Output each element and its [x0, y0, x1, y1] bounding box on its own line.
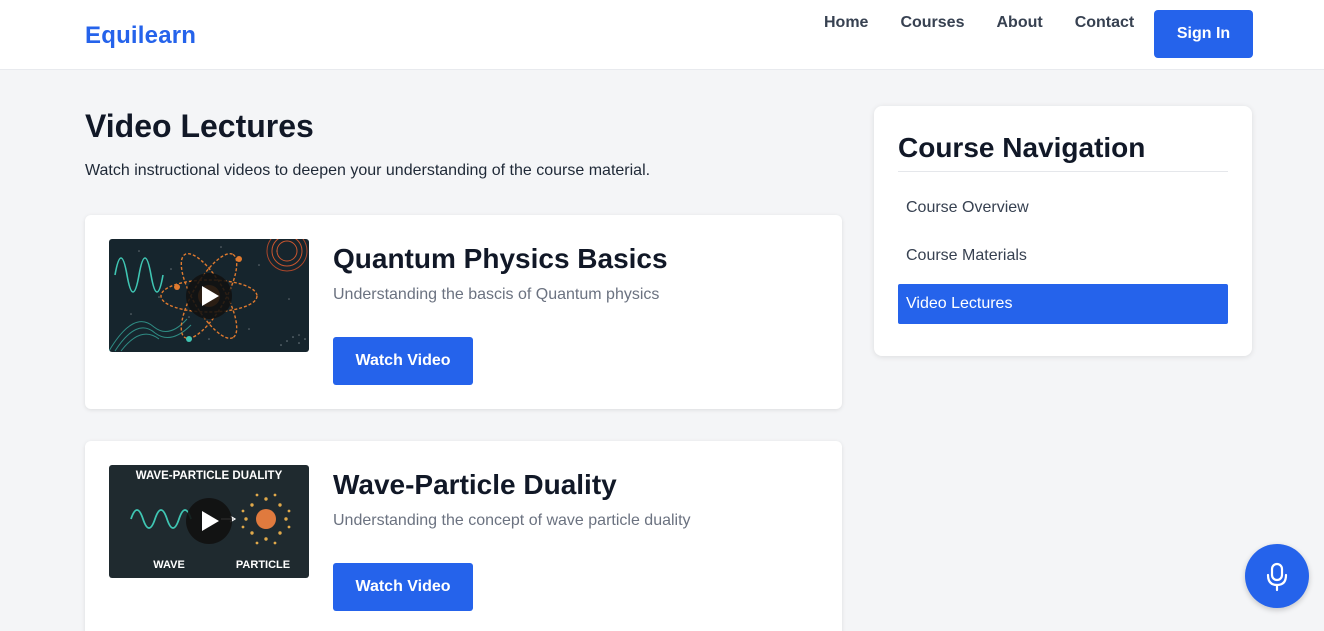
sidebar-item-video-lectures[interactable]: Video Lectures [898, 284, 1228, 324]
nav-courses-link[interactable]: Courses [900, 14, 964, 32]
quantum-atom-illustration [109, 239, 309, 352]
top-header: Equilearn Home Courses About Contact Sig… [0, 0, 1324, 70]
thumb-wave-label: WAVE [153, 559, 185, 571]
video-title: Wave-Particle Duality [333, 469, 617, 500]
page-subtitle: Watch instructional videos to deepen you… [85, 162, 651, 179]
video-title: Quantum Physics Basics [333, 243, 668, 274]
video-thumbnail-wave-particle[interactable]: WAVE-PARTICLE DUALITY WAVE PARTICLE [109, 465, 309, 578]
watch-video-button[interactable]: Watch Video [333, 563, 473, 611]
thumb-particle-label: PARTICLE [236, 559, 290, 571]
course-navigation-panel: Course Navigation Course Overview Course… [874, 106, 1252, 356]
sign-in-button[interactable]: Sign In [1154, 10, 1253, 58]
video-thumbnail-quantum[interactable] [109, 239, 309, 352]
course-navigation-title: Course Navigation [898, 132, 1146, 163]
watch-video-button[interactable]: Watch Video [333, 337, 473, 385]
nav-home-link[interactable]: Home [824, 14, 868, 32]
voice-assistant-button[interactable] [1245, 544, 1309, 608]
wave-particle-illustration: WAVE-PARTICLE DUALITY WAVE PARTICLE [109, 465, 309, 578]
site-logo[interactable]: Equilearn [85, 22, 196, 50]
video-card: WAVE-PARTICLE DUALITY WAVE PARTICLE Wave… [85, 441, 842, 631]
thumb-heading: WAVE-PARTICLE DUALITY [136, 470, 283, 482]
play-icon[interactable] [186, 498, 232, 544]
microphone-icon [1266, 562, 1288, 592]
video-description: Understanding the concept of wave partic… [333, 512, 691, 529]
video-description: Understanding the bascis of Quantum phys… [333, 286, 660, 303]
video-card: Quantum Physics Basics Understanding the… [85, 215, 842, 409]
nav-about-link[interactable]: About [996, 14, 1042, 32]
divider [898, 171, 1228, 172]
main-nav: Home Courses About Contact [824, 14, 1166, 32]
sidebar-item-course-overview[interactable]: Course Overview [898, 188, 1228, 228]
page-title: Video Lectures [85, 108, 314, 144]
play-icon[interactable] [186, 273, 232, 319]
nav-contact-link[interactable]: Contact [1075, 14, 1135, 32]
sidebar-item-course-materials[interactable]: Course Materials [898, 236, 1228, 276]
